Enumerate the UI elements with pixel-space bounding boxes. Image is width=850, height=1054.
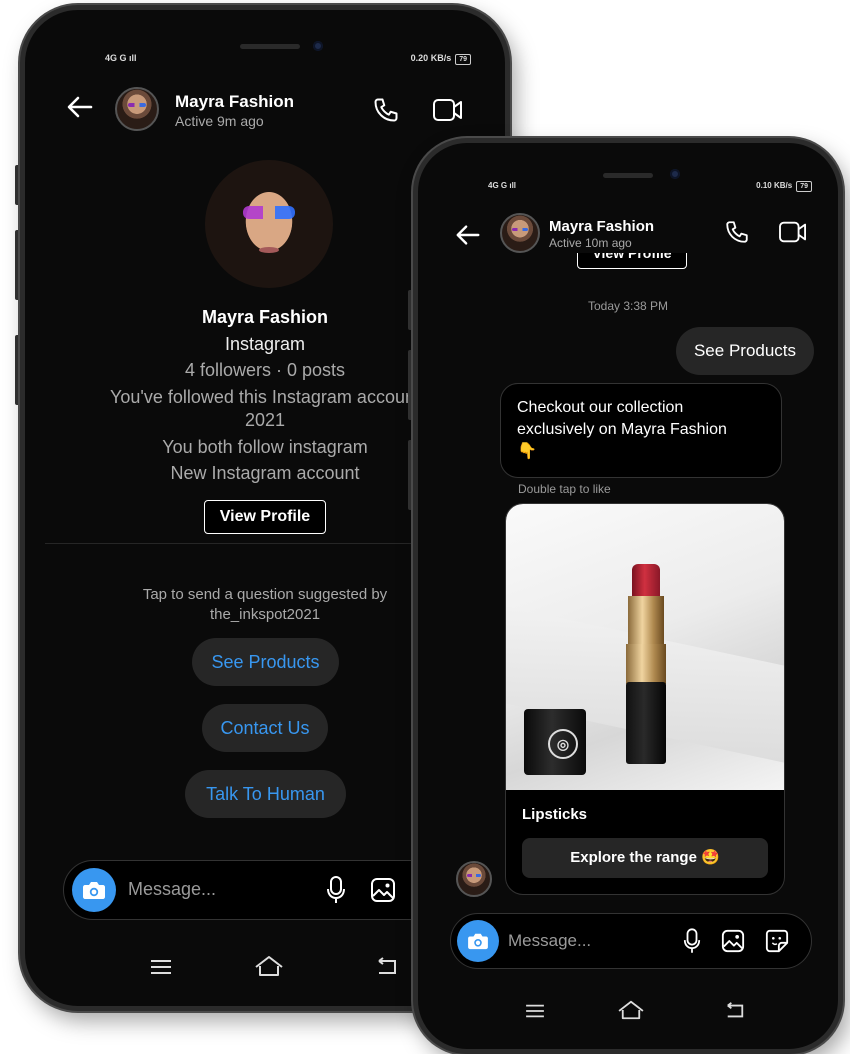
product-card-title: Lipsticks	[522, 806, 588, 823]
back-nav-icon[interactable]	[724, 1001, 746, 1026]
video-call-icon[interactable]	[432, 96, 464, 129]
message-input[interactable]: Message...	[128, 879, 216, 900]
menu-icon[interactable]	[149, 958, 173, 981]
explore-range-button[interactable]: Explore the range 🤩	[522, 838, 768, 878]
camera-icon	[83, 882, 105, 899]
double-tap-hint: Double tap to like	[518, 482, 611, 496]
camera-icon	[468, 933, 488, 950]
microphone-icon[interactable]	[326, 875, 346, 910]
profile-photo	[205, 160, 333, 288]
back-arrow-icon[interactable]	[454, 221, 482, 255]
battery-icon: 79	[455, 54, 471, 65]
battery-icon: 79	[796, 181, 812, 192]
video-call-icon[interactable]	[778, 219, 808, 250]
front-camera	[670, 169, 680, 179]
network-speed: 0.10 KB/s 79	[756, 181, 812, 192]
brand-logo-icon: ◎	[548, 729, 578, 759]
incoming-message[interactable]: Checkout our collection exclusively on M…	[500, 383, 782, 478]
incoming-message-line: exclusively on Mayra Fashion	[517, 421, 727, 438]
network-speed: 0.20 KB/s 79	[411, 53, 471, 65]
message-timestamp: Today 3:38 PM	[587, 299, 669, 313]
message-composer: Message...	[450, 913, 812, 969]
speaker	[603, 173, 653, 178]
scroll-clip: View Profile	[418, 253, 838, 283]
phone-call-icon[interactable]	[724, 219, 750, 250]
quick-reply-talk-to-human[interactable]: Talk To Human	[185, 770, 346, 818]
active-status: Active 9m ago	[175, 113, 264, 129]
quick-reply-see-products[interactable]: See Products	[192, 638, 339, 686]
camera-button[interactable]	[72, 868, 116, 912]
phone-call-icon[interactable]	[372, 96, 400, 129]
quick-reply-contact-us[interactable]: Contact Us	[202, 704, 328, 752]
home-icon[interactable]	[253, 954, 285, 983]
contact-name: Mayra Fashion	[549, 218, 655, 235]
active-status: Active 10m ago	[549, 236, 632, 250]
avatar[interactable]	[115, 87, 159, 131]
gallery-icon[interactable]	[721, 929, 745, 958]
avatar[interactable]	[500, 213, 540, 253]
speaker	[240, 44, 300, 49]
pointing-down-emoji: 👇	[517, 443, 537, 460]
contact-name: Mayra Fashion	[175, 92, 295, 111]
menu-icon[interactable]	[524, 1003, 546, 1024]
signal-indicator: 4G G ıll	[105, 53, 137, 63]
signal-indicator: 4G G ıll	[488, 181, 517, 190]
front-phone: 4G G ıll 0.10 KB/s 79 Mayra Fashion Activ…	[413, 138, 843, 1054]
avatar	[456, 861, 492, 897]
front-camera	[313, 41, 323, 51]
view-profile-button[interactable]: View Profile	[204, 500, 326, 534]
incoming-message-line: Checkout our collection	[517, 399, 684, 416]
message-input[interactable]: Message...	[508, 931, 591, 951]
home-icon[interactable]	[616, 999, 646, 1026]
microphone-icon[interactable]	[683, 927, 701, 960]
sticker-icon[interactable]	[765, 929, 789, 958]
product-image: ◎	[506, 504, 784, 790]
gallery-icon[interactable]	[370, 877, 396, 908]
front-phone-screen: 4G G ıll 0.10 KB/s 79 Mayra Fashion Activ…	[418, 143, 838, 1049]
back-arrow-icon[interactable]	[65, 92, 95, 128]
outgoing-message[interactable]: See Products	[676, 327, 814, 375]
back-nav-icon[interactable]	[375, 956, 399, 983]
camera-button[interactable]	[457, 920, 499, 962]
product-card[interactable]: ◎ Lipsticks Explore the range 🤩	[505, 503, 785, 895]
view-profile-button[interactable]: View Profile	[577, 253, 687, 269]
